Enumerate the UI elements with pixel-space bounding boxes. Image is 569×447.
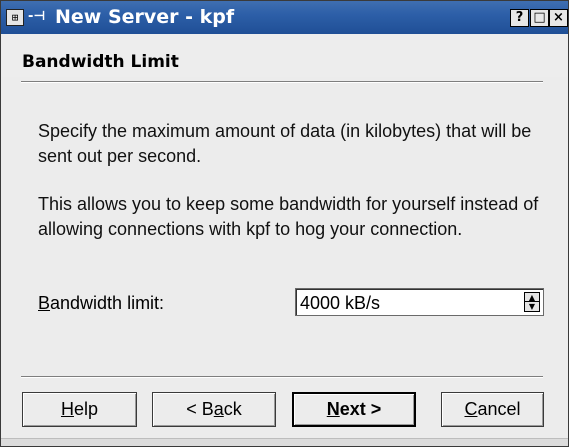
note-text: This allows you to keep some bandwidth f… (38, 194, 539, 239)
next-accel: N (326, 399, 340, 419)
page-title: Bandwidth Limit (22, 52, 179, 72)
spin-buttons[interactable]: ▲ ▼ (524, 292, 540, 312)
help-rest: elp (73, 399, 99, 419)
bandwidth-label-accel: B (38, 293, 51, 313)
cancel-button[interactable]: Cancel (441, 392, 544, 427)
next-rest: ext > (339, 399, 382, 419)
page-header: Bandwidth Limit (2, 34, 568, 77)
help-button[interactable]: Help (22, 392, 137, 427)
back-accel: a (213, 399, 224, 419)
cancel-rest: ancel (477, 399, 521, 419)
window-menu-icon[interactable]: ⊞ (6, 9, 24, 26)
bandwidth-label-rest: andwidth limit: (50, 293, 165, 313)
back-pre: < B (186, 399, 214, 419)
bandwidth-limit-spinbox[interactable]: ▲ ▼ (295, 288, 544, 316)
back-rest: ck (223, 399, 242, 419)
footer-separator (21, 376, 543, 378)
spin-up-icon[interactable]: ▲ (525, 293, 539, 302)
title-bar[interactable]: ⊞ -⊣ New Server - kpf ? □ × (1, 1, 568, 34)
cancel-accel: C (464, 399, 478, 419)
maximize-icon[interactable]: □ (530, 9, 549, 27)
help-accel: H (60, 399, 74, 419)
close-icon[interactable]: × (549, 9, 568, 27)
description-text: Specify the maximum amount of data (in k… (38, 121, 532, 166)
window-title: New Server - kpf (55, 6, 235, 28)
sticky-icon[interactable]: -⊣ (28, 8, 48, 26)
header-separator (21, 81, 543, 83)
help-icon[interactable]: ? (510, 9, 529, 27)
bandwidth-limit-input[interactable] (300, 292, 512, 314)
back-button[interactable]: < Back (152, 392, 276, 427)
dialog-window: ⊞ -⊣ New Server - kpf ? □ × Bandwidth Li… (0, 0, 569, 447)
window-bottom-edge (1, 438, 568, 446)
next-button[interactable]: Next > (292, 392, 416, 427)
spin-down-icon[interactable]: ▼ (525, 302, 539, 311)
bandwidth-limit-label: Bandwidth limit: (38, 291, 164, 316)
